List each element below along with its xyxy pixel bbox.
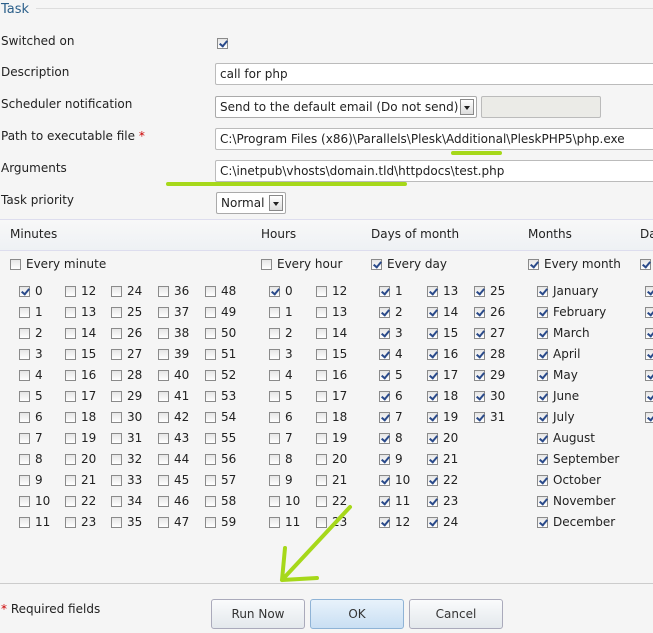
annotation-arrow-icon	[280, 505, 352, 582]
required-mark: *	[1, 602, 7, 616]
required-note: * Required fields	[1, 602, 100, 616]
annotation-overlay	[166, 151, 502, 582]
run-now-button[interactable]: Run Now	[211, 599, 305, 629]
footer-divider	[0, 583, 653, 584]
required-text: Required fields	[10, 602, 101, 616]
cancel-button[interactable]: Cancel	[409, 599, 503, 629]
ok-button[interactable]: OK	[310, 599, 404, 629]
